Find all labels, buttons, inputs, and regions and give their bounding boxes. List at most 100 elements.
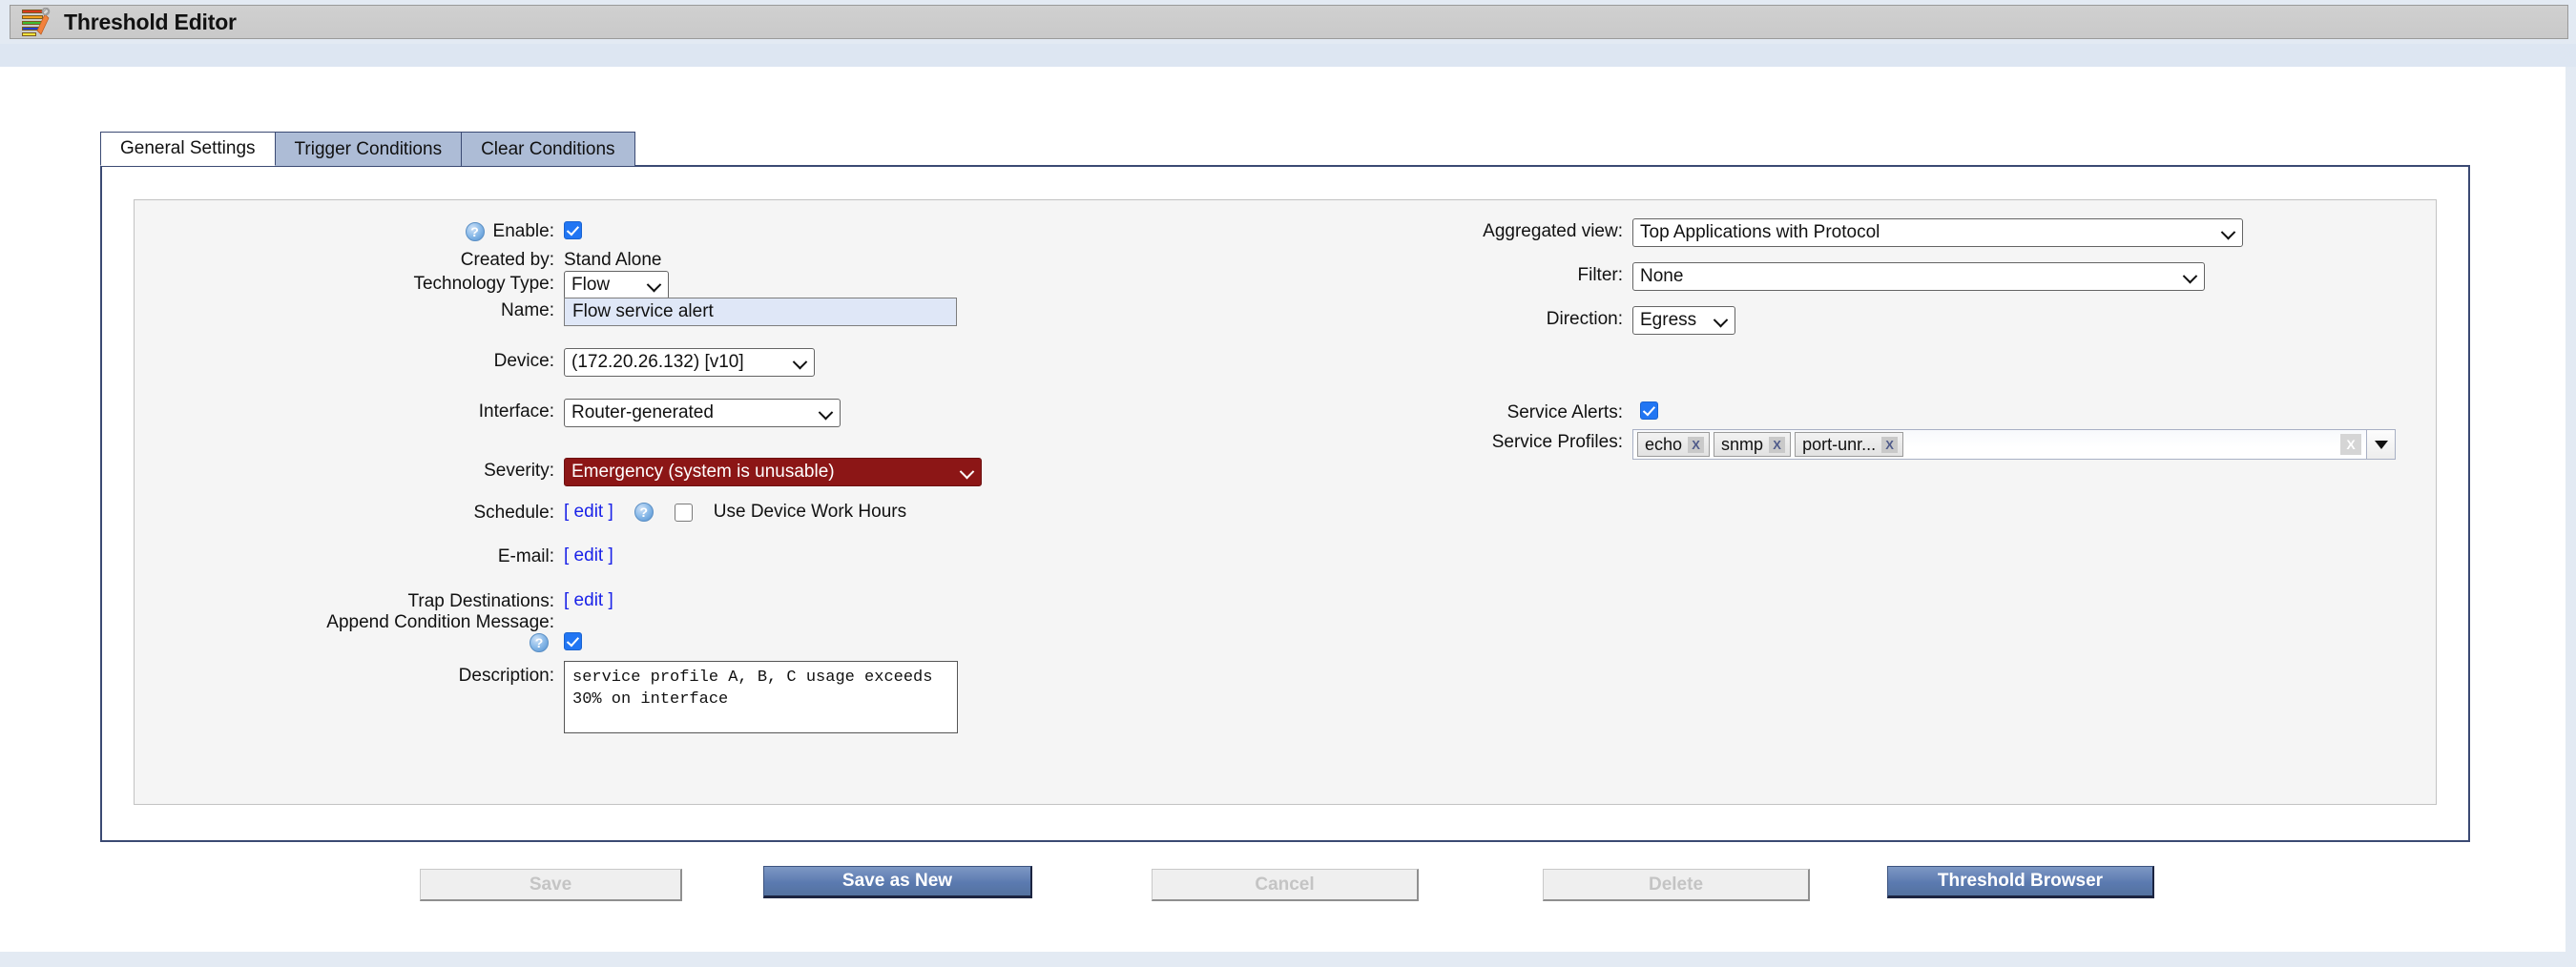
technology-type-label: Technology Type: (413, 274, 554, 294)
delete-button[interactable]: Delete (1543, 869, 1810, 901)
tab-clear-conditions[interactable]: Clear Conditions (461, 132, 635, 166)
append-condition-checkbox-wrap (564, 632, 582, 650)
tab-trigger-conditions[interactable]: Trigger Conditions (274, 132, 463, 166)
chip-label: port-unr... (1802, 434, 1877, 454)
chip-label: snmp (1721, 434, 1764, 454)
field-direction: Direction: (1260, 309, 1623, 330)
header-accent-band (0, 44, 2576, 67)
cancel-button[interactable]: Cancel (1152, 869, 1419, 901)
enable-label: Enable: (492, 221, 554, 241)
aggregated-view-select[interactable]: Top Applications with Protocol (1632, 218, 2243, 247)
field-service-profiles: Service Profiles: (1260, 432, 1623, 453)
field-device: Device: (135, 351, 554, 372)
field-enable: ? Enable: (135, 221, 554, 242)
service-profile-chip[interactable]: port-unr... X (1795, 432, 1904, 457)
email-edit-link[interactable]: [ edit ] (564, 545, 613, 566)
service-profile-chip[interactable]: snmp X (1714, 432, 1792, 457)
enable-checkbox-wrap (564, 221, 582, 239)
field-interface: Interface: (135, 401, 554, 422)
service-profiles-dropdown-button[interactable] (2366, 430, 2395, 459)
tokenfield-input-area[interactable] (1907, 430, 2340, 459)
name-input[interactable] (564, 298, 957, 326)
interface-value: Router-generated (571, 402, 714, 422)
severity-value: Emergency (system is unusable) (571, 462, 835, 482)
enable-checkbox[interactable] (564, 221, 582, 239)
created-by-value-wrap: Stand Alone (564, 250, 661, 271)
settings-form: ? Enable: Created by: Stand Alone Techno… (134, 199, 2437, 805)
chip-label: echo (1645, 434, 1683, 454)
field-created-by: Created by: (135, 250, 554, 271)
field-append-condition-message: Append Condition Message: (135, 612, 554, 633)
technology-type-select[interactable]: Flow (564, 271, 669, 299)
clear-all-icon[interactable]: X (2340, 434, 2361, 455)
field-trap-destinations: Trap Destinations: (135, 591, 554, 612)
threshold-wrench-icon (22, 8, 52, 36)
field-name: Name: (135, 300, 554, 321)
name-label: Name: (501, 300, 554, 320)
device-select[interactable]: (172.20.26.132) [v10] (564, 348, 815, 377)
window-title: Threshold Editor (64, 9, 237, 34)
direction-label: Direction: (1546, 309, 1623, 329)
field-aggregated-view: Aggregated view: (1260, 221, 1623, 242)
use-device-work-hours-label: Use Device Work Hours (713, 502, 907, 522)
field-description: Description: (135, 666, 554, 687)
schedule-label: Schedule: (473, 503, 554, 523)
service-alerts-checkbox-wrap (1640, 401, 1658, 420)
tab-general-settings[interactable]: General Settings (100, 132, 276, 166)
filter-select[interactable]: None (1632, 262, 2205, 291)
use-device-work-hours-checkbox[interactable] (674, 503, 693, 522)
field-technology-type: Technology Type: (135, 274, 554, 295)
direction-value: Egress (1640, 310, 1697, 330)
email-label: E-mail: (497, 546, 554, 566)
schedule-controls: [ edit ] ? Use Device Work Hours (564, 502, 906, 523)
aggregated-view-label: Aggregated view: (1483, 221, 1623, 241)
save-as-new-button[interactable]: Save as New (763, 866, 1032, 898)
interface-label: Interface: (478, 401, 554, 422)
trap-destinations-label: Trap Destinations: (407, 591, 554, 611)
description-label: Description: (458, 666, 554, 686)
trap-destinations-controls: [ edit ] (564, 590, 613, 611)
chevron-down-icon (2374, 440, 2388, 449)
chip-remove-icon[interactable]: X (1881, 436, 1899, 453)
trap-destinations-edit-link[interactable]: [ edit ] (564, 590, 613, 611)
service-alerts-label: Service Alerts: (1506, 402, 1623, 422)
save-button[interactable]: Save (420, 869, 682, 901)
append-condition-help-wrap: ? (530, 633, 549, 652)
service-profiles-tokenfield[interactable]: echo X snmp X port-unr... X X (1632, 429, 2396, 460)
created-by-value: Stand Alone (564, 250, 662, 270)
threshold-browser-button[interactable]: Threshold Browser (1887, 866, 2154, 898)
schedule-edit-link[interactable]: [ edit ] (564, 502, 613, 523)
schedule-help-icon[interactable]: ? (634, 503, 654, 522)
device-value: (172.20.26.132) [v10] (571, 352, 744, 372)
append-condition-message-help-icon[interactable]: ? (530, 633, 549, 652)
window-titlebar: Threshold Editor (10, 5, 2568, 39)
filter-value: None (1640, 266, 1684, 286)
service-profiles-chip-list: echo X snmp X port-unr... X (1633, 430, 1907, 459)
field-filter: Filter: (1260, 265, 1624, 286)
field-schedule: Schedule: (135, 503, 554, 524)
field-severity: Severity: (135, 461, 554, 482)
wrench-icon (36, 8, 51, 35)
email-controls: [ edit ] (564, 545, 613, 566)
append-condition-message-checkbox[interactable] (564, 632, 582, 650)
field-email: E-mail: (135, 546, 554, 567)
tab-bar: General Settings Trigger Conditions Clea… (100, 132, 635, 166)
severity-select[interactable]: Emergency (system is unusable) (564, 458, 982, 486)
service-profiles-label: Service Profiles: (1491, 432, 1623, 452)
field-service-alerts: Service Alerts: (1260, 402, 1623, 423)
append-condition-message-label: Append Condition Message: (326, 612, 554, 632)
filter-label: Filter: (1577, 265, 1624, 285)
severity-label: Severity: (484, 461, 554, 481)
service-alerts-checkbox[interactable] (1640, 401, 1658, 420)
aggregated-view-value: Top Applications with Protocol (1640, 222, 1880, 242)
created-by-label: Created by: (460, 250, 554, 270)
interface-select[interactable]: Router-generated (564, 399, 841, 427)
chip-remove-icon[interactable]: X (1688, 436, 1705, 453)
direction-select[interactable]: Egress (1632, 306, 1735, 335)
description-textarea[interactable]: service profile A, B, C usage exceeds 30… (564, 661, 958, 733)
technology-type-value: Flow (571, 275, 611, 295)
enable-help-icon[interactable]: ? (465, 222, 485, 241)
service-profile-chip[interactable]: echo X (1637, 432, 1711, 457)
threshold-editor-panel: ? Enable: Created by: Stand Alone Techno… (100, 165, 2470, 842)
chip-remove-icon[interactable]: X (1769, 436, 1786, 453)
